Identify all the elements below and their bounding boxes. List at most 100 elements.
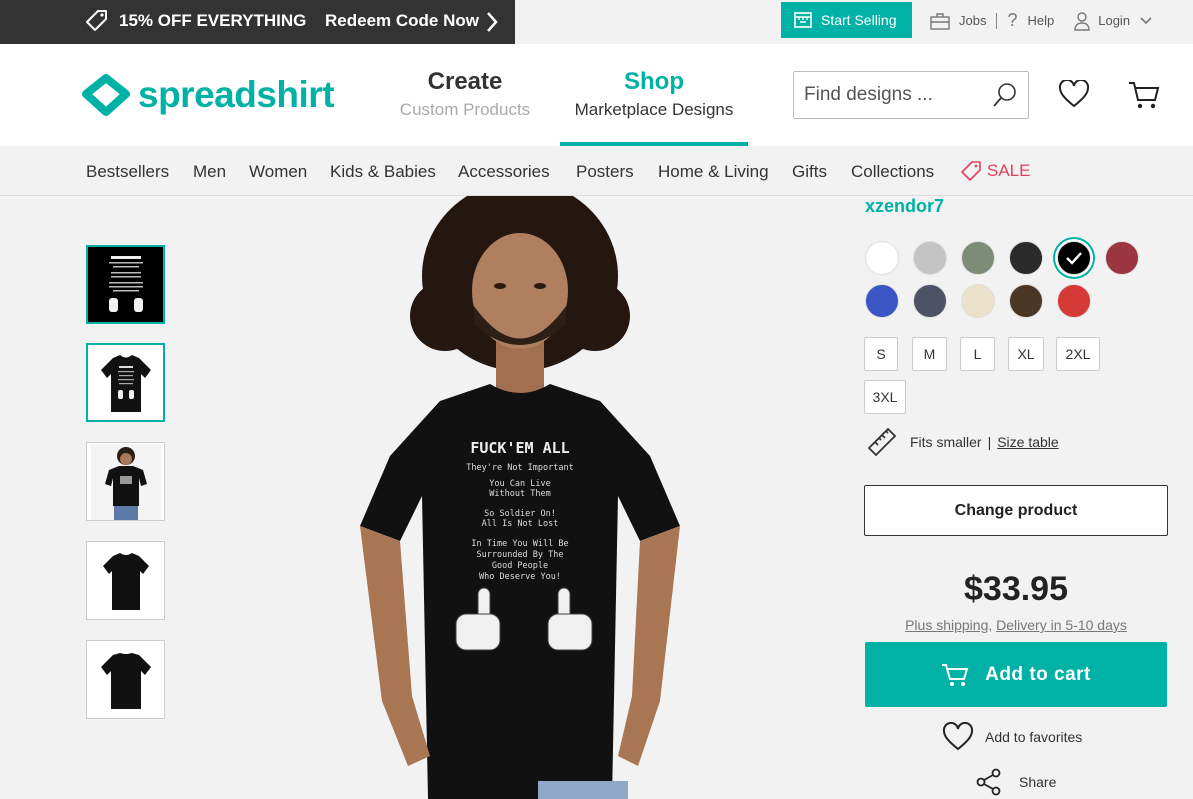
chevron-down-icon [1140, 16, 1152, 24]
share-button[interactable]: Share [976, 768, 1056, 796]
product-price: $33.95 [964, 570, 1068, 608]
shop-title: Shop [624, 68, 684, 95]
print-line: Good People [492, 561, 548, 571]
shipping-info: Plus shipping, Delivery in 5-10 days [905, 617, 1127, 633]
add-to-favorites[interactable]: Add to favorites [942, 722, 1082, 752]
color-swatch[interactable] [961, 284, 995, 318]
main-header: spreadshirt Create Custom Products Shop … [0, 44, 1193, 146]
size-option[interactable]: 2XL [1056, 337, 1100, 371]
thumbnail-design[interactable] [86, 245, 165, 324]
delivery-link[interactable]: Delivery in 5-10 days [996, 617, 1127, 633]
fit-info: Fits smaller | Size table [866, 426, 1059, 458]
chevron-right-icon [487, 12, 498, 32]
category-sale[interactable]: SALE [960, 160, 1030, 182]
category-gifts[interactable]: Gifts [792, 162, 827, 182]
search-box [793, 71, 1029, 119]
tshirt-back-thumbnail-image [100, 652, 151, 709]
color-swatch[interactable] [865, 241, 899, 275]
login-label: Login [1098, 13, 1131, 28]
heart-icon [942, 722, 974, 751]
model-thumbnail-image [90, 443, 161, 520]
nav-shop[interactable]: Shop Marketplace Designs [560, 68, 748, 146]
ruler-icon [867, 427, 897, 457]
thumbnail-tshirt-back[interactable] [86, 640, 165, 719]
tshirt-thumbnail-image [100, 354, 151, 412]
spreadshirt-logo[interactable]: spreadshirt [82, 74, 335, 116]
change-product-button[interactable]: Change product [864, 485, 1168, 536]
color-swatch[interactable] [913, 241, 947, 275]
store-icon [794, 12, 812, 28]
divider: | [987, 434, 992, 450]
add-to-cart-label: Add to cart [985, 663, 1091, 685]
print-line: Surrounded By The [477, 550, 564, 560]
category-kids-babies[interactable]: Kids & Babies [330, 162, 436, 182]
category-posters[interactable]: Posters [576, 162, 634, 182]
size-option[interactable]: S [864, 337, 898, 371]
login-link[interactable]: Login [1074, 11, 1152, 31]
tshirt-side-thumbnail-image [102, 552, 149, 610]
designer-name[interactable]: xzendor7 [865, 196, 944, 217]
print-line: All Is Not Lost [482, 519, 559, 529]
help-label: Help [1027, 13, 1055, 28]
sale-tag-icon [961, 161, 981, 181]
color-swatch[interactable] [1009, 284, 1043, 318]
user-icon [1074, 11, 1090, 31]
add-to-favorites-label: Add to favorites [985, 729, 1083, 745]
print-line: Who Deserve You! [479, 572, 561, 582]
category-bar: Bestsellers Men Women Kids & Babies Acce… [0, 146, 1193, 196]
promo-banner[interactable]: 15% OFF EVERYTHING Redeem Code Now [0, 0, 515, 44]
color-swatch[interactable] [1009, 241, 1043, 275]
design-thumbnail-image [90, 249, 161, 320]
check-icon [1066, 252, 1082, 265]
start-selling-button[interactable]: Start Selling [781, 2, 912, 38]
jobs-link[interactable]: Jobs [930, 12, 986, 30]
size-option[interactable]: M [912, 337, 947, 371]
print-line: Without Them [489, 489, 550, 499]
category-men[interactable]: Men [193, 162, 226, 182]
category-collections[interactable]: Collections [851, 162, 934, 182]
create-subtitle: Custom Products [399, 100, 531, 119]
nav-create[interactable]: Create Custom Products [392, 68, 538, 120]
favorites-heart-icon[interactable] [1058, 80, 1090, 108]
jobs-label: Jobs [959, 13, 987, 28]
help-link[interactable]: ? Help [1007, 10, 1054, 31]
category-home-living[interactable]: Home & Living [658, 162, 769, 182]
tag-icon [86, 10, 107, 31]
add-to-cart-button[interactable]: Add to cart [865, 642, 1167, 707]
search-icon[interactable] [992, 82, 1018, 108]
product-image: FUCK'EM ALL They're Not Important You Ca… [360, 196, 680, 799]
thumbnail-tshirt-front[interactable] [86, 343, 165, 422]
thumbnail-model[interactable] [86, 442, 165, 521]
category-bestsellers[interactable]: Bestsellers [86, 162, 169, 182]
create-title: Create [427, 68, 503, 95]
logo-wordmark: spreadshirt [138, 74, 335, 115]
size-table-link[interactable]: Size table [997, 434, 1058, 450]
print-line: You Can Live [489, 479, 550, 489]
print-line: In Time You Will Be [471, 539, 568, 549]
color-swatch[interactable] [865, 284, 899, 318]
top-links: Jobs ? Help Login [930, 10, 1152, 31]
size-option[interactable]: XL [1008, 337, 1044, 371]
cart-icon[interactable] [1128, 80, 1160, 110]
color-swatch[interactable] [913, 284, 947, 318]
size-option[interactable]: 3XL [864, 380, 906, 414]
plus-shipping-link[interactable]: Plus shipping [905, 617, 988, 633]
color-swatch[interactable] [961, 241, 995, 275]
color-swatch[interactable] [1057, 284, 1091, 318]
print-line: So Soldier On! [484, 509, 556, 519]
redeem-code-link[interactable]: Redeem Code Now [325, 11, 479, 31]
color-swatch[interactable] [1105, 241, 1139, 275]
start-selling-label: Start Selling [821, 12, 897, 28]
search-input[interactable] [804, 84, 994, 106]
print-line: They're Not Important [466, 463, 573, 473]
question-icon: ? [1007, 10, 1018, 30]
logo-heart-icon [82, 74, 130, 116]
category-accessories[interactable]: Accessories [458, 162, 550, 182]
size-option[interactable]: L [960, 337, 995, 371]
thumbnail-tshirt-side[interactable] [86, 541, 165, 620]
category-women[interactable]: Women [249, 162, 307, 182]
color-swatch[interactable] [1057, 241, 1091, 275]
product-content: FUCK'EM ALL They're Not Important You Ca… [0, 196, 1193, 799]
print-headline: FUCK'EM ALL [470, 439, 569, 457]
sale-label: SALE [987, 161, 1031, 180]
